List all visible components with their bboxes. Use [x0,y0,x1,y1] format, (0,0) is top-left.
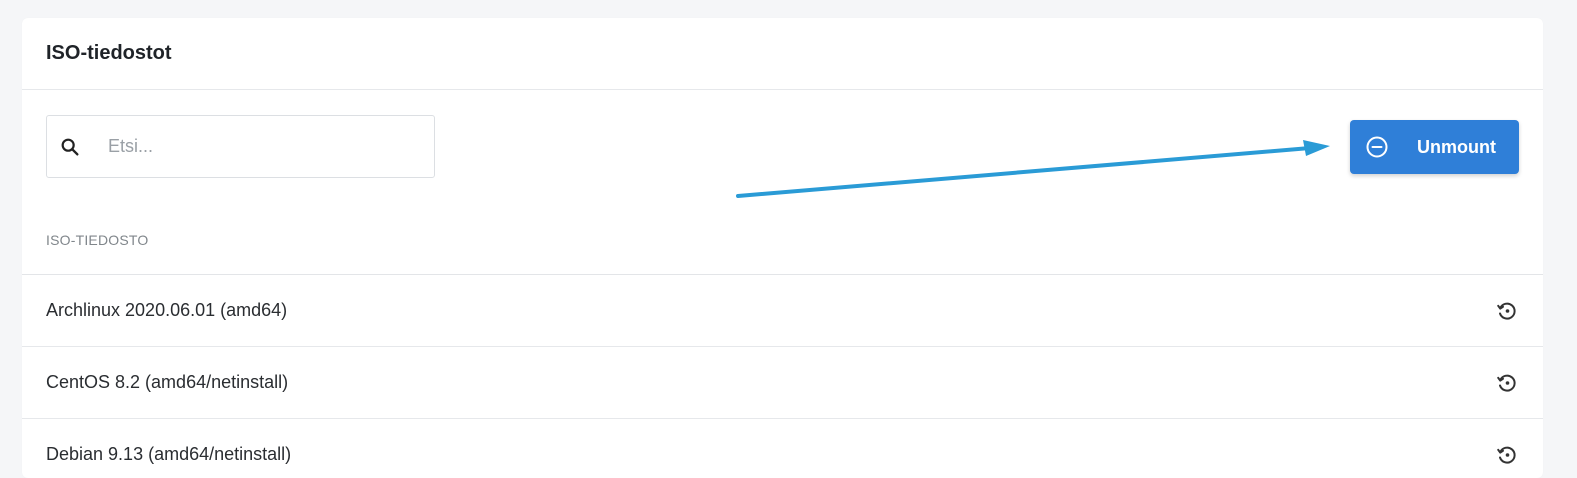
minus-circle-icon [1365,135,1389,159]
search-icon [59,136,81,158]
search-box[interactable] [46,115,435,178]
restore-icon[interactable] [1495,371,1519,395]
card-header: ISO-tiedostot [22,18,1543,90]
table-row[interactable]: Debian 9.13 (amd64/netinstall) [22,419,1543,478]
column-header-iso-file: ISO-TIEDOSTO [46,232,149,248]
table-row[interactable]: Archlinux 2020.06.01 (amd64) [22,275,1543,347]
table-header: ISO-TIEDOSTO [22,188,1543,275]
iso-name: Debian 9.13 (amd64/netinstall) [46,444,292,464]
iso-files-card: ISO-tiedostot Unmount ISO-TIEDOSTO [22,18,1543,478]
iso-name: CentOS 8.2 (amd64/netinstall) [46,372,289,392]
search-input[interactable] [106,135,410,158]
page-title: ISO-tiedostot [46,42,172,64]
toolbar: Unmount [22,90,1543,188]
iso-name: Archlinux 2020.06.01 (amd64) [46,300,288,320]
unmount-label: Unmount [1417,136,1496,157]
table-row[interactable]: CentOS 8.2 (amd64/netinstall) [22,347,1543,419]
restore-icon[interactable] [1495,299,1519,323]
restore-icon[interactable] [1495,443,1519,467]
unmount-button[interactable]: Unmount [1350,120,1519,174]
